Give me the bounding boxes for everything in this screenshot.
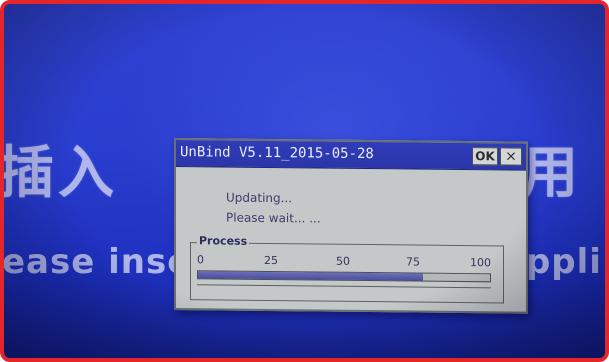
ok-button[interactable]: OK (472, 147, 498, 166)
status-updating: Updating... (226, 190, 293, 206)
tick-label-25: 25 (264, 253, 278, 268)
close-icon: × (505, 148, 517, 165)
progress-baseline (197, 284, 491, 289)
close-button[interactable]: × (500, 147, 522, 166)
tick-label-0: 0 (197, 253, 204, 267)
progress-fill (198, 271, 423, 281)
background-chinese-text-right: 用 (522, 141, 582, 206)
status-please-wait: Please wait... ... (226, 210, 321, 226)
dialog-title: UnBind V5.11_2015-05-28 (180, 144, 374, 163)
tick-label-100: 100 (470, 256, 491, 270)
background-english-text-left: ease inse (2, 242, 192, 282)
dialog-titlebar[interactable]: UnBind V5.11_2015-05-28 OK × (176, 140, 526, 171)
photo-frame: 插入 用 ease inse appli UnBind V5.11_2015-0… (0, 0, 609, 362)
background-chinese-text-left: 插入 (0, 141, 118, 206)
process-group: Process 0 25 50 75 100 (190, 234, 504, 304)
unbind-dialog: UnBind V5.11_2015-05-28 OK × Updating...… (174, 138, 528, 314)
tick-label-50: 50 (336, 254, 350, 268)
tick-label-75: 75 (406, 255, 420, 269)
progress-bar (197, 270, 491, 283)
process-legend: Process (197, 234, 250, 248)
